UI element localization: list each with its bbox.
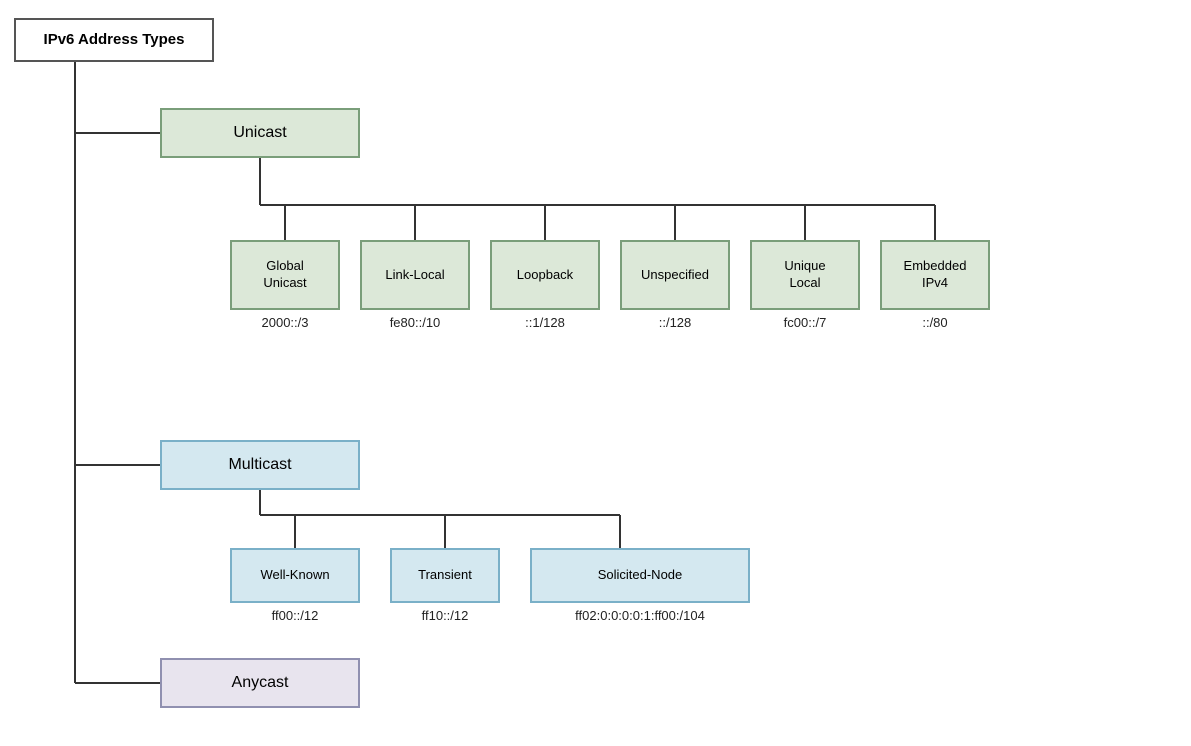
link-local-addr-text: fe80::/10 (390, 315, 441, 330)
transient-node: Transient (390, 548, 500, 603)
unspecified-label: Unspecified (641, 267, 709, 284)
unspecified-addr-text: ::/128 (659, 315, 692, 330)
global-unicast-label: GlobalUnicast (263, 258, 306, 292)
well-known-node: Well-Known (230, 548, 360, 603)
embedded-ipv4-addr: ::/80 (880, 315, 990, 330)
embedded-ipv4-addr-text: ::/80 (922, 315, 947, 330)
unique-local-addr-text: fc00::/7 (784, 315, 827, 330)
global-unicast-addr-text: 2000::/3 (262, 315, 309, 330)
link-local-label: Link-Local (385, 267, 444, 284)
loopback-addr-text: ::1/128 (525, 315, 565, 330)
multicast-label: Multicast (228, 455, 291, 476)
anycast-node: Anycast (160, 658, 360, 708)
embedded-ipv4-label: EmbeddedIPv4 (904, 258, 967, 292)
root-node: IPv6 Address Types (14, 18, 214, 62)
anycast-label: Anycast (232, 673, 289, 694)
link-local-addr: fe80::/10 (360, 315, 470, 330)
unspecified-addr: ::/128 (620, 315, 730, 330)
unicast-label: Unicast (233, 123, 286, 144)
loopback-addr: ::1/128 (490, 315, 600, 330)
loopback-label: Loopback (517, 267, 573, 284)
unique-local-node: UniqueLocal (750, 240, 860, 310)
solicited-node-addr-text: ff02:0:0:0:0:1:ff00:/104 (575, 608, 705, 623)
global-unicast-node: GlobalUnicast (230, 240, 340, 310)
unicast-node: Unicast (160, 108, 360, 158)
unique-local-addr: fc00::/7 (750, 315, 860, 330)
solicited-node-node: Solicited-Node (530, 548, 750, 603)
transient-addr-text: ff10::/12 (422, 608, 469, 623)
transient-addr: ff10::/12 (390, 608, 500, 623)
root-label: IPv6 Address Types (44, 30, 185, 50)
well-known-addr: ff00::/12 (230, 608, 360, 623)
link-local-node: Link-Local (360, 240, 470, 310)
transient-label: Transient (418, 567, 472, 584)
solicited-node-label: Solicited-Node (598, 567, 683, 584)
unique-local-label: UniqueLocal (784, 258, 825, 292)
solicited-node-addr: ff02:0:0:0:0:1:ff00:/104 (530, 608, 750, 623)
loopback-node: Loopback (490, 240, 600, 310)
unspecified-node: Unspecified (620, 240, 730, 310)
embedded-ipv4-node: EmbeddedIPv4 (880, 240, 990, 310)
multicast-node: Multicast (160, 440, 360, 490)
well-known-addr-text: ff00::/12 (272, 608, 319, 623)
well-known-label: Well-Known (260, 567, 329, 584)
global-unicast-addr: 2000::/3 (230, 315, 340, 330)
